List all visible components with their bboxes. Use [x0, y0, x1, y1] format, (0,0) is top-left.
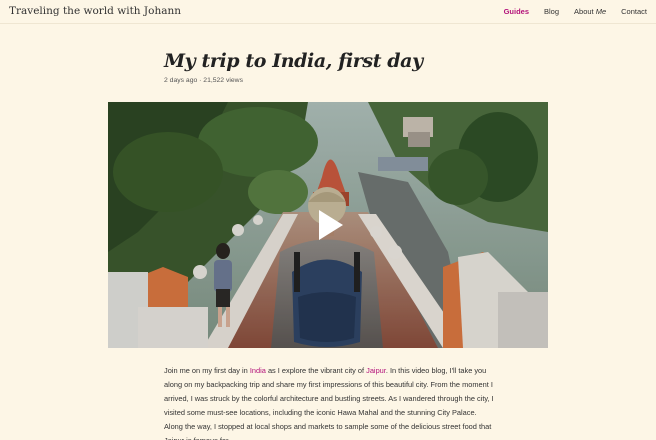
nav-guides[interactable]: Guides	[504, 7, 529, 16]
link-jaipur[interactable]: Jaipur	[366, 366, 386, 375]
post-title: My trip to India, first day	[164, 50, 423, 72]
post-body-text-2: as I explore the vibrant city of	[265, 366, 367, 375]
nav-about-label: About	[574, 7, 596, 16]
video-player[interactable]	[108, 102, 548, 348]
nav-me-label: Me	[595, 7, 607, 16]
link-india[interactable]: India	[250, 366, 266, 375]
post-body: Join me on my first day in India as I ex…	[164, 364, 494, 440]
post-meta: 2 days ago · 21,522 views	[164, 77, 243, 84]
play-icon[interactable]	[311, 208, 345, 242]
site-header: Traveling the world with Johann Guides B…	[0, 0, 656, 24]
nav-about-me[interactable]: About Me	[574, 7, 606, 16]
post-body-text-3: . In this video blog, I'll take you alon…	[164, 366, 494, 440]
site-title[interactable]: Traveling the world with Johann	[9, 5, 181, 17]
nav-blog[interactable]: Blog	[544, 7, 559, 16]
nav-contact[interactable]: Contact	[621, 7, 647, 16]
post-body-text-1: Join me on my first day in	[164, 366, 250, 375]
main-nav: Guides Blog About Me Contact	[504, 7, 647, 16]
